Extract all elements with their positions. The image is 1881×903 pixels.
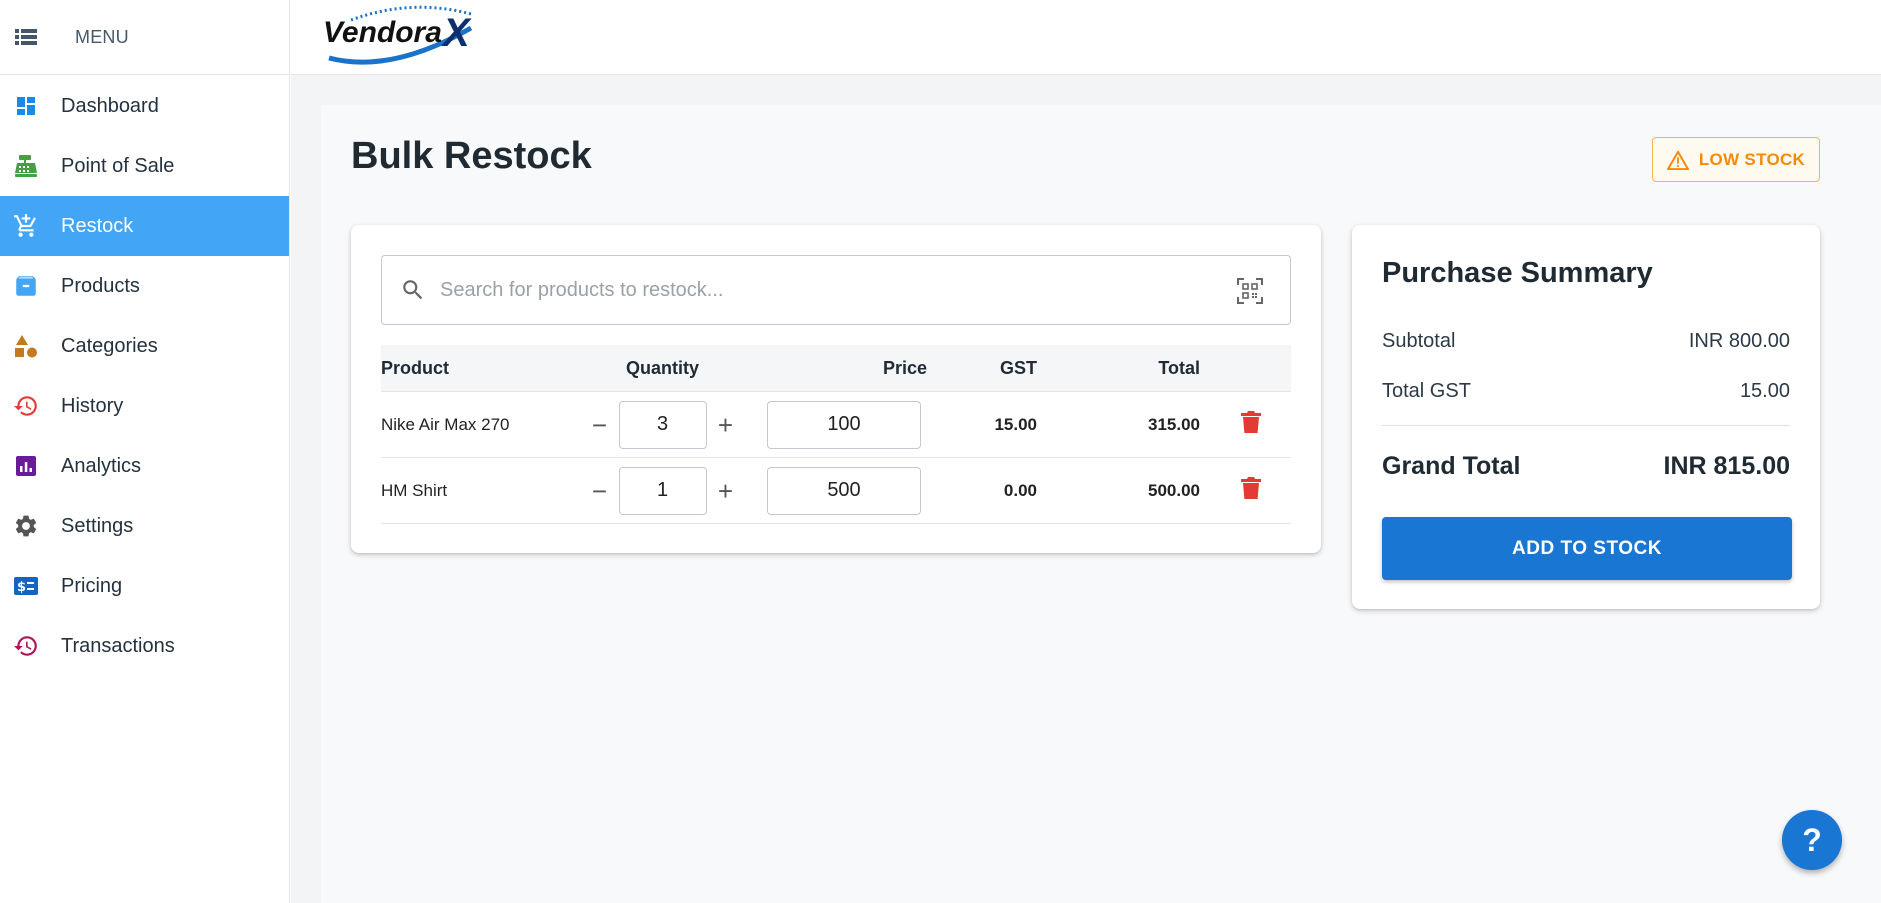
delete-cell (1200, 391, 1291, 458)
price-cell: 500 (754, 457, 927, 524)
cash-register-icon (12, 152, 40, 180)
table-row: HM Shirt − 1 + 500 0.00 500.00 (381, 457, 1291, 524)
vendora-logo[interactable]: Vendora X (321, 4, 486, 66)
product-name: HM Shirt (381, 457, 571, 524)
subtotal-value: INR 800.00 (1688, 330, 1790, 352)
low-stock-label: LOW STOCK (1698, 149, 1806, 169)
total-gst-row: Total GST 15.00 (1382, 380, 1790, 403)
sidebar-item-label: Transactions (61, 634, 175, 657)
category-shapes-icon (12, 332, 40, 360)
sidebar-item-label: Restock (61, 214, 134, 237)
warning-icon (1666, 150, 1689, 170)
svg-text:$: $ (17, 580, 26, 595)
sidebar-nav: Dashboard Point of Sale Restock Products… (0, 76, 289, 676)
total-gst-label: Total GST (1382, 380, 1471, 402)
grand-total-value: INR 815.00 (1663, 452, 1790, 480)
increment-button[interactable]: + (707, 412, 745, 438)
decrement-button[interactable]: − (581, 412, 619, 438)
history-icon (12, 632, 40, 660)
sidebar-item-products[interactable]: Products (0, 256, 289, 316)
quantity-stepper: − 3 + (571, 400, 754, 449)
sidebar-item-label: Point of Sale (61, 154, 175, 177)
column-header-quantity: Quantity (571, 345, 754, 392)
column-header-gst: GST (927, 345, 1037, 392)
purchase-summary-card: Purchase Summary Subtotal INR 800.00 Tot… (1352, 225, 1820, 609)
delete-icon[interactable] (1240, 410, 1261, 434)
cart-plus-icon (12, 212, 40, 240)
sidebar-item-label: Categories (61, 334, 158, 357)
low-stock-button[interactable]: LOW STOCK (1652, 137, 1820, 182)
add-to-stock-button[interactable]: ADD TO STOCK (1382, 517, 1792, 580)
sidebar-item-label: Pricing (61, 574, 123, 597)
sidebar-item-label: History (61, 394, 124, 417)
table-header-row: Product Quantity Price GST Total (381, 345, 1291, 392)
sidebar: MENU Dashboard Point of Sale Restock Pro… (0, 0, 290, 903)
main-content: Bulk Restock LOW STOCK Search for produc… (321, 105, 1881, 903)
column-header-product: Product (381, 345, 571, 392)
total-value: 500.00 (1037, 457, 1200, 524)
quantity-input[interactable]: 1 (618, 466, 707, 515)
sidebar-item-label: Products (61, 274, 140, 297)
sidebar-item-settings[interactable]: Settings (0, 496, 289, 556)
subtotal-row: Subtotal INR 800.00 (1382, 330, 1790, 353)
archive-box-icon (12, 272, 40, 300)
help-button[interactable]: ? (1782, 810, 1842, 870)
quantity-stepper: − 1 + (571, 466, 754, 515)
total-value: 315.00 (1037, 391, 1200, 458)
grand-total-label: Grand Total (1382, 452, 1521, 480)
quantity-cell: − 1 + (571, 457, 754, 524)
quantity-input[interactable]: 3 (618, 400, 707, 449)
gear-icon (12, 512, 40, 540)
dashboard-icon (12, 92, 40, 120)
price-input[interactable]: 500 (767, 466, 921, 515)
increment-button[interactable]: + (707, 478, 745, 504)
price-input[interactable]: 100 (767, 400, 921, 449)
menu-label: MENU (75, 26, 129, 47)
summary-divider (1382, 425, 1790, 426)
column-header-total: Total (1037, 345, 1200, 392)
analytics-icon (12, 452, 40, 480)
restock-items-card: Product Quantity Price GST Total Nike Ai… (351, 225, 1321, 553)
product-name: Nike Air Max 270 (381, 391, 571, 458)
summary-title: Purchase Summary (1382, 257, 1653, 289)
sidebar-item-point-of-sale[interactable]: Point of Sale (0, 136, 289, 196)
delete-icon[interactable] (1240, 476, 1261, 500)
sidebar-item-transactions[interactable]: Transactions (0, 616, 289, 676)
delete-cell (1200, 457, 1291, 524)
price-cell: 100 (754, 391, 927, 458)
column-header-actions (1200, 345, 1291, 392)
menu-header[interactable]: MENU (0, 0, 289, 75)
sidebar-item-label: Dashboard (61, 94, 159, 117)
sidebar-item-history[interactable]: History (0, 376, 289, 436)
pricing-icon: $ (12, 572, 40, 600)
menu-list-icon[interactable] (13, 24, 39, 50)
quantity-cell: − 3 + (571, 391, 754, 458)
page-title: Bulk Restock (351, 135, 592, 177)
top-bar: Vendora X (291, 0, 1881, 75)
decrement-button[interactable]: − (581, 478, 619, 504)
history-icon (12, 392, 40, 420)
sidebar-item-pricing[interactable]: $ Pricing (0, 556, 289, 616)
sidebar-item-label: Settings (61, 514, 134, 537)
restock-table: Product Quantity Price GST Total Nike Ai… (381, 345, 1291, 524)
product-search-box[interactable] (381, 255, 1291, 325)
gst-value: 15.00 (927, 391, 1037, 458)
sidebar-item-dashboard[interactable]: Dashboard (0, 76, 289, 136)
search-input[interactable] (438, 277, 1202, 303)
sidebar-item-label: Analytics (61, 454, 142, 477)
grand-total-row: Grand Total INR 815.00 (1382, 452, 1790, 481)
qr-scan-icon[interactable] (1236, 277, 1264, 305)
sidebar-item-analytics[interactable]: Analytics (0, 436, 289, 496)
subtotal-label: Subtotal (1382, 330, 1456, 352)
search-icon (400, 277, 426, 303)
column-header-price: Price (754, 345, 927, 392)
sidebar-item-categories[interactable]: Categories (0, 316, 289, 376)
gst-value: 0.00 (927, 457, 1037, 524)
logo-mark: X (441, 11, 472, 55)
table-row: Nike Air Max 270 − 3 + 100 15.00 315.00 (381, 391, 1291, 458)
total-gst-value: 15.00 (1739, 380, 1790, 402)
sidebar-item-restock[interactable]: Restock (0, 196, 289, 256)
logo-text: Vendora (323, 16, 442, 49)
